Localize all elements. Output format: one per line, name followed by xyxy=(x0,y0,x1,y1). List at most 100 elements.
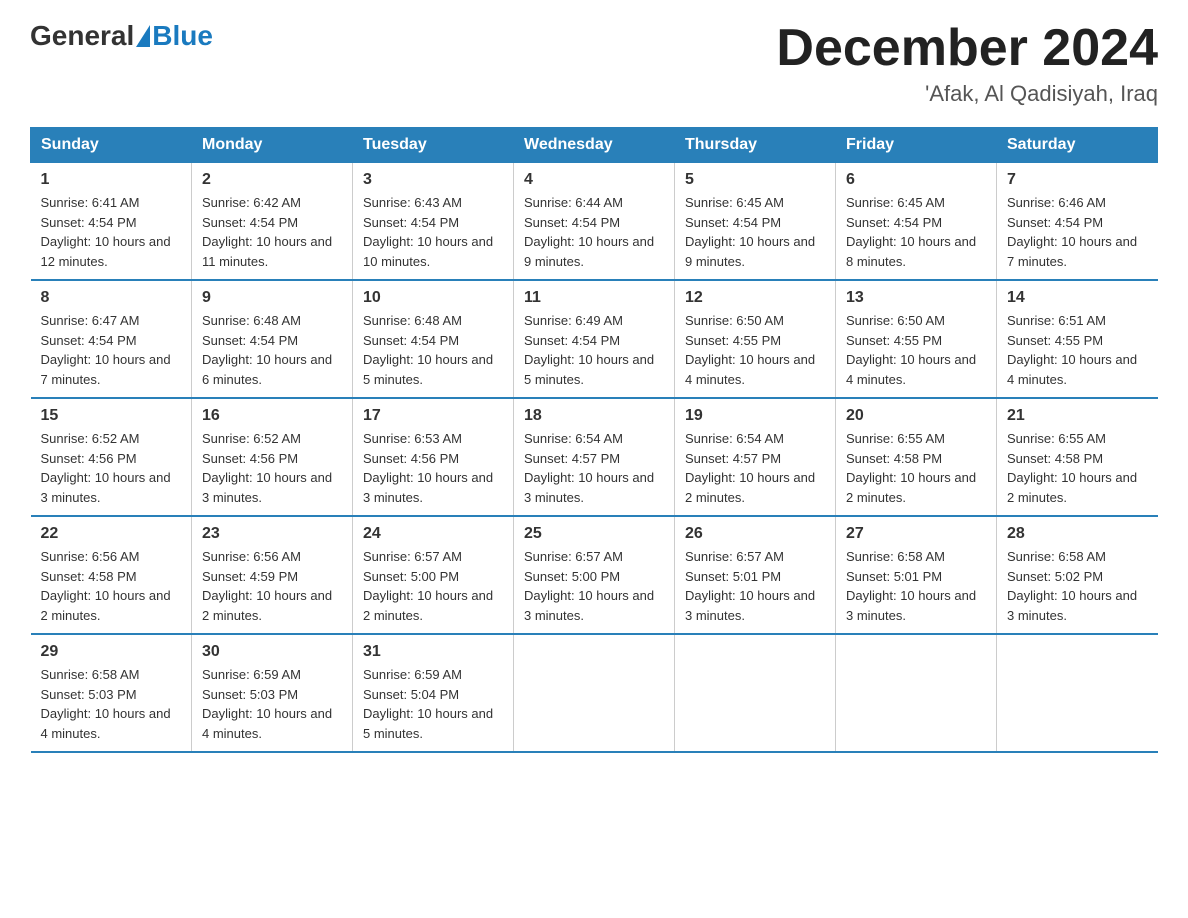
day-detail: Sunrise: 6:52 AMSunset: 4:56 PMDaylight:… xyxy=(41,429,182,507)
day-cell: 24Sunrise: 6:57 AMSunset: 5:00 PMDayligh… xyxy=(353,516,514,634)
logo-triangle-icon xyxy=(136,25,150,47)
location-title: 'Afak, Al Qadisiyah, Iraq xyxy=(776,81,1158,107)
day-number: 28 xyxy=(1007,525,1148,543)
day-cell: 22Sunrise: 6:56 AMSunset: 4:58 PMDayligh… xyxy=(31,516,192,634)
week-row-5: 29Sunrise: 6:58 AMSunset: 5:03 PMDayligh… xyxy=(31,634,1158,752)
day-number: 14 xyxy=(1007,289,1148,307)
day-detail: Sunrise: 6:45 AMSunset: 4:54 PMDaylight:… xyxy=(685,193,825,271)
day-cell: 23Sunrise: 6:56 AMSunset: 4:59 PMDayligh… xyxy=(192,516,353,634)
day-cell: 20 Sunrise: 6:55 AMSunset: 4:58 PMDayligh… xyxy=(836,398,997,516)
day-cell: 2 Sunrise: 6:42 AMSunset: 4:54 PMDaylight… xyxy=(192,163,353,281)
logo-text: General Blue xyxy=(30,20,213,52)
day-cell: 1 Sunrise: 6:41 AMSunset: 4:54 PMDaylight… xyxy=(31,163,192,281)
day-cell: 10Sunrise: 6:48 AMSunset: 4:54 PMDayligh… xyxy=(353,280,514,398)
day-cell: 4Sunrise: 6:44 AMSunset: 4:54 PMDaylight… xyxy=(514,163,675,281)
day-number: 7 xyxy=(1007,171,1148,189)
week-row-4: 22Sunrise: 6:56 AMSunset: 4:58 PMDayligh… xyxy=(31,516,1158,634)
day-cell: 31Sunrise: 6:59 AMSunset: 5:04 PMDayligh… xyxy=(353,634,514,752)
header-row: SundayMondayTuesdayWednesdayThursdayFrid… xyxy=(31,128,1158,163)
logo-blue: Blue xyxy=(152,20,213,52)
day-detail: Sunrise: 6:58 AMSunset: 5:02 PMDaylight:… xyxy=(1007,547,1148,625)
day-number: 20 xyxy=(846,407,986,425)
day-cell: 12 Sunrise: 6:50 AMSunset: 4:55 PMDayligh… xyxy=(675,280,836,398)
day-cell xyxy=(675,634,836,752)
logo-general: General xyxy=(30,20,134,52)
day-number: 22 xyxy=(41,525,182,543)
day-detail: Sunrise: 6:51 AMSunset: 4:55 PMDaylight:… xyxy=(1007,311,1148,389)
month-title: December 2024 xyxy=(776,20,1158,77)
day-number: 15 xyxy=(41,407,182,425)
header-cell-tuesday: Tuesday xyxy=(353,128,514,163)
day-number: 13 xyxy=(846,289,986,307)
day-number: 8 xyxy=(41,289,182,307)
header-cell-wednesday: Wednesday xyxy=(514,128,675,163)
day-detail: Sunrise: 6:50 AMSunset: 4:55 PMDaylight:… xyxy=(685,311,825,389)
week-row-3: 15 Sunrise: 6:52 AMSunset: 4:56 PMDayligh… xyxy=(31,398,1158,516)
day-number: 2 xyxy=(202,171,342,189)
day-detail: Sunrise: 6:59 AMSunset: 5:03 PMDaylight:… xyxy=(202,665,342,743)
day-number: 30 xyxy=(202,643,342,661)
day-cell: 3 Sunrise: 6:43 AMSunset: 4:54 PMDaylight… xyxy=(353,163,514,281)
day-number: 1 xyxy=(41,171,182,189)
day-number: 18 xyxy=(524,407,664,425)
day-cell: 29Sunrise: 6:58 AMSunset: 5:03 PMDayligh… xyxy=(31,634,192,752)
day-number: 6 xyxy=(846,171,986,189)
header-cell-thursday: Thursday xyxy=(675,128,836,163)
day-detail: Sunrise: 6:57 AMSunset: 5:00 PMDaylight:… xyxy=(524,547,664,625)
day-cell: 27 Sunrise: 6:58 AMSunset: 5:01 PMDayligh… xyxy=(836,516,997,634)
day-cell: 18 Sunrise: 6:54 AMSunset: 4:57 PMDayligh… xyxy=(514,398,675,516)
day-number: 27 xyxy=(846,525,986,543)
day-cell: 13 Sunrise: 6:50 AMSunset: 4:55 PMDayligh… xyxy=(836,280,997,398)
day-detail: Sunrise: 6:55 AMSunset: 4:58 PMDaylight:… xyxy=(846,429,986,507)
day-cell: 30 Sunrise: 6:59 AMSunset: 5:03 PMDayligh… xyxy=(192,634,353,752)
day-detail: Sunrise: 6:43 AMSunset: 4:54 PMDaylight:… xyxy=(363,193,503,271)
day-detail: Sunrise: 6:54 AMSunset: 4:57 PMDaylight:… xyxy=(524,429,664,507)
day-cell: 14 Sunrise: 6:51 AMSunset: 4:55 PMDayligh… xyxy=(997,280,1158,398)
day-detail: Sunrise: 6:52 AMSunset: 4:56 PMDaylight:… xyxy=(202,429,342,507)
day-cell: 7Sunrise: 6:46 AMSunset: 4:54 PMDaylight… xyxy=(997,163,1158,281)
day-number: 11 xyxy=(524,289,664,307)
day-cell: 16Sunrise: 6:52 AMSunset: 4:56 PMDayligh… xyxy=(192,398,353,516)
day-cell: 15 Sunrise: 6:52 AMSunset: 4:56 PMDayligh… xyxy=(31,398,192,516)
day-cell xyxy=(997,634,1158,752)
calendar-table: SundayMondayTuesdayWednesdayThursdayFrid… xyxy=(30,127,1158,753)
day-cell xyxy=(836,634,997,752)
day-number: 9 xyxy=(202,289,342,307)
day-number: 31 xyxy=(363,643,503,661)
day-number: 4 xyxy=(524,171,664,189)
day-detail: Sunrise: 6:41 AMSunset: 4:54 PMDaylight:… xyxy=(41,193,182,271)
day-detail: Sunrise: 6:48 AMSunset: 4:54 PMDaylight:… xyxy=(202,311,342,389)
day-number: 10 xyxy=(363,289,503,307)
day-detail: Sunrise: 6:57 AMSunset: 5:01 PMDaylight:… xyxy=(685,547,825,625)
day-detail: Sunrise: 6:49 AMSunset: 4:54 PMDaylight:… xyxy=(524,311,664,389)
day-number: 3 xyxy=(363,171,503,189)
day-number: 29 xyxy=(41,643,182,661)
day-number: 12 xyxy=(685,289,825,307)
day-number: 21 xyxy=(1007,407,1148,425)
day-detail: Sunrise: 6:58 AMSunset: 5:01 PMDaylight:… xyxy=(846,547,986,625)
day-cell: 17 Sunrise: 6:53 AMSunset: 4:56 PMDayligh… xyxy=(353,398,514,516)
day-detail: Sunrise: 6:47 AMSunset: 4:54 PMDaylight:… xyxy=(41,311,182,389)
day-number: 25 xyxy=(524,525,664,543)
header-cell-sunday: Sunday xyxy=(31,128,192,163)
header-cell-friday: Friday xyxy=(836,128,997,163)
day-cell: 9 Sunrise: 6:48 AMSunset: 4:54 PMDaylight… xyxy=(192,280,353,398)
week-row-1: 1 Sunrise: 6:41 AMSunset: 4:54 PMDaylight… xyxy=(31,163,1158,281)
day-number: 26 xyxy=(685,525,825,543)
day-detail: Sunrise: 6:54 AMSunset: 4:57 PMDaylight:… xyxy=(685,429,825,507)
logo: General Blue xyxy=(30,20,213,52)
week-row-2: 8 Sunrise: 6:47 AMSunset: 4:54 PMDaylight… xyxy=(31,280,1158,398)
header-cell-monday: Monday xyxy=(192,128,353,163)
day-detail: Sunrise: 6:55 AMSunset: 4:58 PMDaylight:… xyxy=(1007,429,1148,507)
day-number: 17 xyxy=(363,407,503,425)
day-cell: 11 Sunrise: 6:49 AMSunset: 4:54 PMDayligh… xyxy=(514,280,675,398)
day-detail: Sunrise: 6:42 AMSunset: 4:54 PMDaylight:… xyxy=(202,193,342,271)
day-number: 19 xyxy=(685,407,825,425)
day-cell: 28 Sunrise: 6:58 AMSunset: 5:02 PMDayligh… xyxy=(997,516,1158,634)
day-cell: 26 Sunrise: 6:57 AMSunset: 5:01 PMDayligh… xyxy=(675,516,836,634)
day-detail: Sunrise: 6:50 AMSunset: 4:55 PMDaylight:… xyxy=(846,311,986,389)
page-header: General Blue December 2024 'Afak, Al Qad… xyxy=(30,20,1158,107)
header-cell-saturday: Saturday xyxy=(997,128,1158,163)
day-detail: Sunrise: 6:53 AMSunset: 4:56 PMDaylight:… xyxy=(363,429,503,507)
day-cell: 21 Sunrise: 6:55 AMSunset: 4:58 PMDayligh… xyxy=(997,398,1158,516)
